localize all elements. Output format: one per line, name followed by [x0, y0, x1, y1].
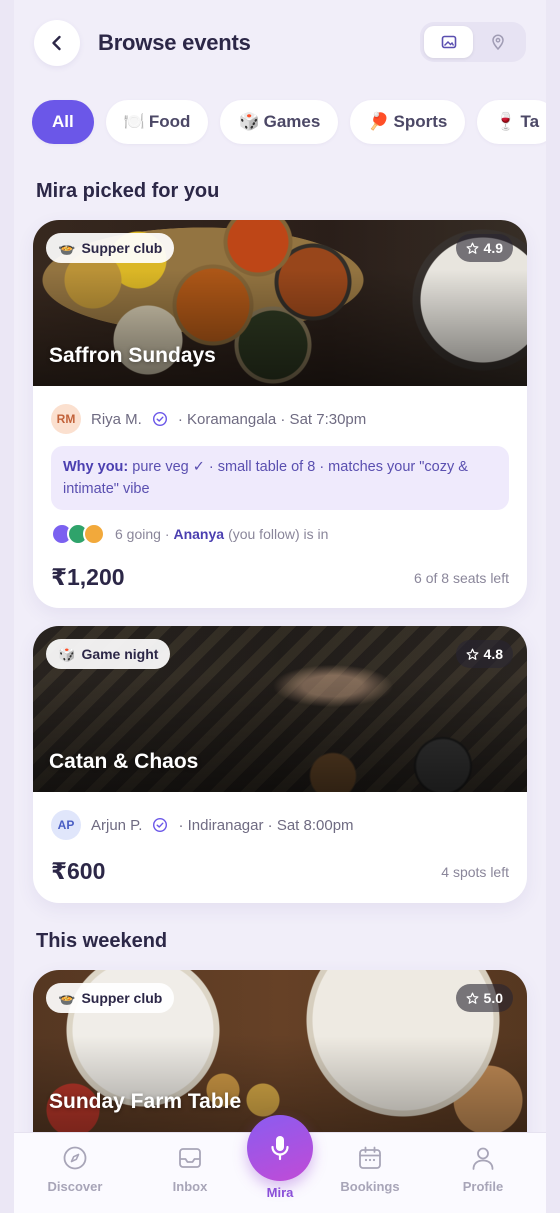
nav-bookings[interactable]: Bookings — [325, 1145, 415, 1194]
chip-label: All — [52, 112, 74, 131]
dice-icon: 🎲 — [58, 645, 76, 662]
plate-icon: 🍽️ — [123, 112, 145, 131]
why-you-box: Why you: pure veg ✓ · small table of 8 ·… — [51, 446, 509, 510]
spots-left: 4 spots left — [441, 863, 509, 880]
chip-tasting[interactable]: 🍷 Ta — [477, 100, 546, 144]
category-tag: 🍲 Supper club — [46, 983, 175, 1013]
avatar: RM — [51, 404, 81, 434]
category-tag: 🍲 Supper club — [46, 233, 175, 263]
bowl-icon: 🍲 — [58, 239, 76, 256]
event-image: 🎲 Game night 4.8 Catan & Chaos — [33, 626, 527, 792]
verified-check-icon — [153, 817, 168, 833]
event-image: 🍲 Supper club 4.9 Saffron Sundays — [33, 220, 527, 386]
map-view-toggle[interactable] — [473, 26, 522, 58]
event-meta: · Koramangala · Sat 7:30pm — [177, 410, 367, 428]
price-row: ₹600 4 spots left — [51, 858, 509, 885]
image-view-icon — [441, 35, 456, 49]
ping-pong-icon: 🏓 — [368, 112, 390, 131]
star-icon — [466, 242, 479, 254]
chip-food[interactable]: 🍽️ Food — [105, 100, 209, 144]
wine-glass-icon: 🍷 — [495, 112, 517, 131]
nav-inbox[interactable]: Inbox — [145, 1145, 235, 1194]
rating-badge: 4.9 — [455, 234, 513, 262]
header: Browse events — [14, 0, 546, 90]
going-count: 6 going · — [115, 526, 170, 542]
tag-label: Game night — [81, 646, 159, 662]
price-row: ₹1,200 6 of 8 seats left — [51, 564, 509, 591]
event-title: Saffron Sundays — [49, 344, 216, 367]
seats-left: 6 of 8 seats left — [414, 569, 509, 586]
host-row: AP Arjun P. · Indiranagar · Sat 8:00pm — [51, 810, 509, 840]
card-body: RM Riya M. · Koramangala · Sat 7:30pm Wh… — [33, 386, 527, 608]
image-view-toggle[interactable] — [424, 26, 473, 58]
host-name[interactable]: Riya M. — [91, 411, 142, 428]
rating-value: 5.0 — [483, 990, 503, 1006]
price: ₹600 — [51, 858, 106, 884]
microphone-icon — [271, 1136, 289, 1161]
star-icon — [466, 648, 479, 660]
inbox-icon — [179, 1148, 201, 1168]
dice-icon: 🎲 — [238, 112, 260, 131]
category-tag: 🎲 Game night — [46, 639, 171, 669]
chip-label: Games — [263, 112, 321, 131]
back-button[interactable] — [34, 20, 80, 66]
chip-label: Ta — [520, 112, 540, 131]
attendees-row: 6 going · Ananya (you follow) is in — [51, 522, 509, 546]
avatar: AP — [51, 810, 81, 840]
why-label: Why you: — [63, 459, 129, 475]
section-title-weekend: This weekend — [36, 930, 168, 952]
nav-discover[interactable]: Discover — [30, 1145, 120, 1194]
chip-label: Sports — [393, 112, 448, 131]
chip-label: Food — [148, 112, 191, 131]
rating-value: 4.9 — [483, 240, 503, 256]
price: ₹1,200 — [51, 564, 125, 590]
nav-label-mira: Mira — [266, 1185, 294, 1200]
section-title-picked: Mira picked for you — [36, 180, 220, 202]
rating-badge: 4.8 — [455, 640, 513, 668]
chevron-left-icon — [52, 35, 61, 51]
friend-suffix: (you follow) is in — [228, 526, 329, 542]
app-screen: Browse events All 🍽️ Food 🎲 Games 🏓 Spor… — [14, 0, 546, 1213]
compass-icon — [63, 1146, 87, 1170]
nav-label: Profile — [462, 1179, 504, 1194]
rating-value: 4.8 — [483, 646, 503, 662]
event-title: Catan & Chaos — [49, 750, 199, 773]
tag-label: Supper club — [81, 240, 163, 256]
calendar-icon — [359, 1146, 381, 1169]
user-icon — [472, 1147, 494, 1170]
host-name[interactable]: Arjun P. — [91, 817, 142, 834]
rating-badge: 5.0 — [455, 984, 513, 1012]
card-body: AP Arjun P. · Indiranagar · Sat 8:00pm ₹… — [33, 792, 527, 903]
chip-games[interactable]: 🎲 Games — [220, 100, 339, 144]
attendee-avatar — [83, 523, 105, 545]
nav-label: Inbox — [172, 1179, 208, 1194]
chip-sports[interactable]: 🏓 Sports — [350, 100, 466, 144]
page-title: Browse events — [98, 30, 251, 55]
view-toggle — [420, 22, 526, 62]
event-card-catan-chaos[interactable]: 🎲 Game night 4.8 Catan & Chaos AP Arjun … — [33, 626, 527, 903]
nav-label: Discover — [47, 1179, 103, 1194]
map-pin-icon — [491, 34, 504, 50]
attendee-avatars — [51, 523, 105, 545]
nav-profile[interactable]: Profile — [438, 1145, 528, 1194]
chip-all[interactable]: All — [32, 100, 94, 144]
friend-name[interactable]: Ananya — [173, 526, 224, 542]
bowl-icon: 🍲 — [58, 989, 76, 1006]
tag-label: Supper club — [81, 990, 163, 1006]
nav-label: Bookings — [340, 1179, 400, 1194]
event-meta: · Indiranagar · Sat 8:00pm — [178, 816, 354, 834]
category-chips: All 🍽️ Food 🎲 Games 🏓 Sports 🍷 Ta — [32, 100, 546, 144]
event-title: Sunday Farm Table — [49, 1090, 242, 1113]
event-card-saffron-sundays[interactable]: 🍲 Supper club 4.9 Saffron Sundays RM Riy… — [33, 220, 527, 608]
mira-voice-button[interactable] — [247, 1115, 313, 1181]
bottom-nav: Discover Inbox Mira Bookings Profile — [14, 1115, 546, 1213]
host-row: RM Riya M. · Koramangala · Sat 7:30pm — [51, 404, 509, 434]
verified-check-icon — [152, 411, 167, 427]
star-icon — [466, 992, 479, 1004]
